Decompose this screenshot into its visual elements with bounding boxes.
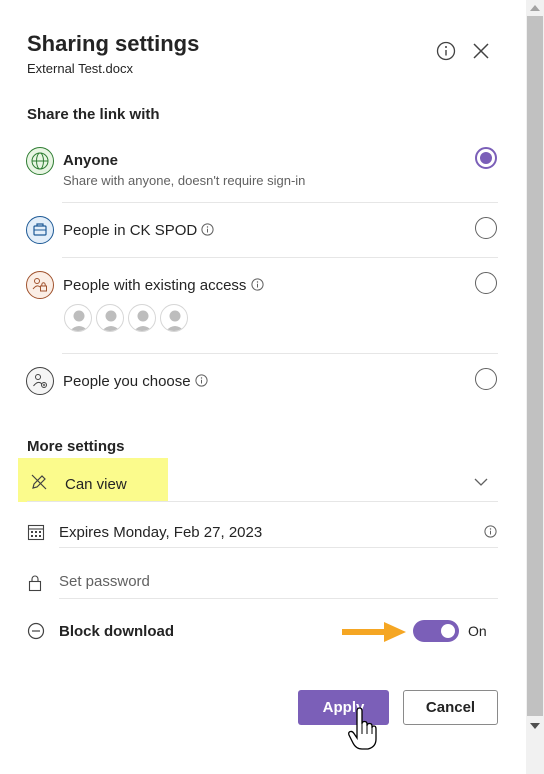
scroll-down-icon[interactable] <box>530 723 540 729</box>
option-anyone-label: Anyone <box>63 152 119 169</box>
radio-people-in-org[interactable] <box>475 217 497 239</box>
info-icon[interactable] <box>195 374 208 387</box>
sharing-settings-panel: Sharing settings External Test.docx Shar… <box>0 0 526 774</box>
info-icon[interactable] <box>436 41 456 61</box>
cancel-button[interactable]: Cancel <box>403 690 498 725</box>
option-anyone-description: Share with anyone, doesn't require sign-… <box>63 173 306 188</box>
globe-icon <box>26 147 54 175</box>
scroll-thumb[interactable] <box>527 16 543 716</box>
block-icon <box>27 622 45 640</box>
option-anyone[interactable]: Anyone Share with anyone, doesn't requir… <box>25 145 499 195</box>
password-input[interactable]: Set password <box>59 573 150 590</box>
radio-anyone[interactable] <box>475 147 497 169</box>
lock-icon <box>28 575 42 592</box>
building-icon <box>26 216 54 244</box>
calendar-icon <box>27 524 45 541</box>
block-download-state: On <box>468 623 487 639</box>
option-people-in-org-label: People in CK SPOD <box>63 222 215 239</box>
divider <box>62 257 498 258</box>
option-existing-access[interactable]: People with existing access <box>25 270 499 340</box>
avatar <box>128 304 156 332</box>
more-settings-title: More settings <box>27 438 125 455</box>
option-people-you-choose-label: People you choose <box>63 373 208 390</box>
page-title: Sharing settings <box>27 31 200 56</box>
option-people-you-choose[interactable]: People you choose <box>25 366 499 398</box>
block-download-label: Block download <box>59 623 175 640</box>
people-choose-icon <box>26 367 54 395</box>
file-name: External Test.docx <box>27 61 133 76</box>
block-download-toggle[interactable] <box>413 620 459 642</box>
share-link-section-title: Share the link with <box>27 106 160 123</box>
avatar <box>96 304 124 332</box>
divider <box>62 202 498 203</box>
info-icon[interactable] <box>201 223 215 236</box>
option-people-in-org[interactable]: People in CK SPOD <box>25 215 499 247</box>
info-icon[interactable] <box>484 525 497 538</box>
option-existing-access-label: People with existing access <box>63 277 264 294</box>
expires-date: Monday, Feb 27, 2023 <box>113 524 263 541</box>
info-icon[interactable] <box>251 278 264 291</box>
scroll-up-icon[interactable] <box>530 5 540 11</box>
expiration-field[interactable]: Expires Monday, Feb 27, 2023 <box>59 524 262 541</box>
divider <box>59 547 498 548</box>
avatar <box>160 304 188 332</box>
expires-label: Expires <box>59 524 110 541</box>
pointer-arrow-annotation <box>342 622 406 642</box>
divider <box>62 353 498 354</box>
pencil-off-icon <box>31 474 47 490</box>
scrollbar[interactable] <box>526 0 544 774</box>
radio-people-you-choose[interactable] <box>475 368 497 390</box>
divider <box>27 501 498 502</box>
chevron-down-icon[interactable] <box>473 477 489 487</box>
hand-cursor-icon <box>348 707 377 750</box>
people-lock-icon <box>26 271 54 299</box>
radio-existing-access[interactable] <box>475 272 497 294</box>
close-icon[interactable] <box>470 40 492 62</box>
divider <box>59 598 498 599</box>
avatar <box>64 304 92 332</box>
permission-value[interactable]: Can view <box>65 476 127 493</box>
